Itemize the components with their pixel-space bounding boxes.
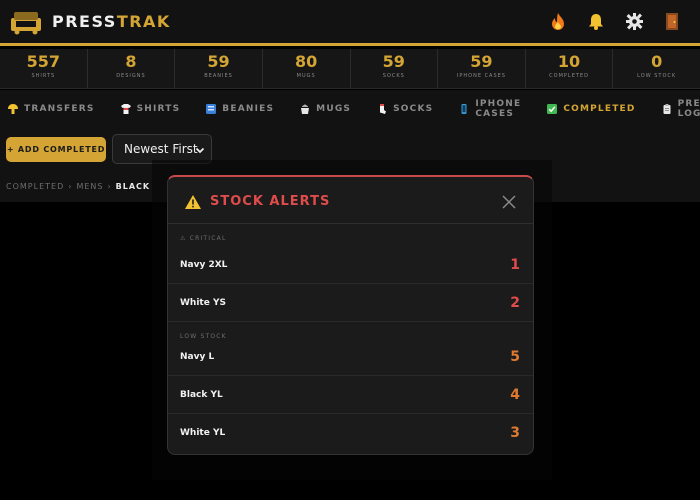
bell-icon[interactable] [586,10,606,32]
breadcrumb: COMPLETED › MENS › BLACK [6,182,150,191]
brand-part-2: TRAK [116,12,171,31]
stat-label: IPHONE CASES [456,73,506,79]
critical-section-label: ⚠ CRITICAL [180,235,227,242]
tab-socks[interactable]: SOCKS [377,104,433,114]
tab-label: SHIRTS [136,104,181,114]
stat-value: 0 [651,52,663,71]
stat-shirts[interactable]: 557 SHIRTS [0,49,88,88]
presstrak-logo-icon[interactable] [8,8,44,36]
tab-completed[interactable]: COMPLETED [547,104,635,114]
breadcrumb-separator: › [68,182,73,191]
tab-label: COMPLETED [563,104,636,114]
stat-label: LOW STOCK [637,73,677,79]
clipboard-icon [662,104,672,114]
alert-row[interactable]: Navy L 5 [168,338,533,376]
stat-label: SHIRTS [31,73,56,79]
header-actions [548,10,682,32]
alert-item-name: Navy L [180,351,215,362]
stat-value: 59 [382,52,405,71]
chevron-down-icon [195,144,205,158]
tab-beanies[interactable]: BEANIES [206,104,274,114]
warning-icon [185,194,201,213]
tab-press-log[interactable]: PRESS LOG [662,99,700,119]
low-stock-section-label: LOW STOCK [180,333,227,340]
modal-header: STOCK ALERTS [168,177,533,224]
breadcrumb-current: BLACK [115,182,151,191]
gear-icon[interactable] [624,10,644,32]
close-icon[interactable] [502,194,516,209]
brand-name: PRESS TRAK [52,12,171,31]
alert-item-qty: 3 [510,425,520,441]
stat-socks[interactable]: 59 SOCKS [351,49,439,88]
stat-label: MUGS [296,73,316,79]
check-icon [547,104,558,114]
alert-item-qty: 5 [510,348,520,365]
stat-low-stock[interactable]: 0 LOW STOCK [613,49,700,88]
category-nav: TRANSFERS SHIRTS BEANIES MUGS SOCKS IPHO… [0,90,700,128]
breadcrumb-item[interactable]: MENS [76,182,103,191]
alert-item-name: White YL [180,428,226,438]
alert-item-name: Black YL [180,389,223,400]
brand-part-1: PRESS [52,12,117,31]
tab-transfers[interactable]: TRANSFERS [8,104,95,114]
tab-label: SOCKS [393,104,434,114]
door-icon[interactable] [662,10,682,32]
modal-title: STOCK ALERTS [210,194,331,209]
alert-row[interactable]: Navy 2XL 1 [168,246,533,284]
stock-alerts-modal: STOCK ALERTS ⚠ CRITICAL Navy 2XL 1 White… [167,175,534,455]
stat-beanies[interactable]: 59 BEANIES [175,49,263,88]
stat-designs[interactable]: 8 DESIGNS [88,49,176,88]
stat-value: 10 [557,52,581,71]
alert-row[interactable]: White YL 3 [168,414,533,452]
tab-label: PRESS LOG [677,99,700,119]
tab-iphone-cases[interactable]: IPHONE CASES [459,99,521,119]
stat-value: 8 [125,52,137,71]
stat-label: DESIGNS [116,73,146,79]
stat-completed[interactable]: 10 COMPLETED [526,49,614,88]
beanie-icon [206,104,217,114]
alert-item-qty: 2 [510,294,520,311]
stat-mugs[interactable]: 80 MUGS [263,49,351,88]
tab-label: TRANSFERS [24,104,95,114]
alert-item-qty: 4 [510,386,520,403]
sock-icon [377,104,387,114]
tab-label: MUGS [316,104,352,114]
alert-item-name: White YS [180,297,226,308]
fire-icon[interactable] [548,10,568,32]
alert-row[interactable]: White YS 2 [168,284,533,322]
add-completed-button[interactable]: + ADD COMPLETED [6,137,106,162]
shirt-icon [120,104,131,114]
breadcrumb-item[interactable]: COMPLETED [6,182,64,191]
stat-value: 557 [26,52,61,71]
mushroom-icon [8,104,18,114]
stat-label: BEANIES [204,73,233,79]
alert-row[interactable]: Black YL 4 [168,376,533,414]
tab-mugs[interactable]: MUGS [300,104,351,114]
stat-value: 59 [470,52,493,71]
alert-item-qty: 1 [510,256,520,273]
breadcrumb-separator: › [107,182,112,191]
stat-value: 80 [295,52,318,71]
stat-label: SOCKS [382,73,405,79]
app-header: PRESS TRAK [0,0,700,46]
mug-icon [300,104,310,114]
stat-value: 59 [207,52,230,71]
tab-shirts[interactable]: SHIRTS [120,104,181,114]
stats-bar: 557 SHIRTS 8 DESIGNS 59 BEANIES 80 MUGS 59 SO… [0,49,700,89]
tab-label: BEANIES [222,104,275,114]
phone-icon [459,104,469,114]
sort-select-value: Newest First [124,142,198,156]
tab-label: IPHONE CASES [475,99,522,119]
stat-iphone-cases[interactable]: 59 IPHONE CASES [438,49,526,88]
stat-label: COMPLETED [549,73,589,79]
alert-item-name: Navy 2XL [180,259,228,270]
